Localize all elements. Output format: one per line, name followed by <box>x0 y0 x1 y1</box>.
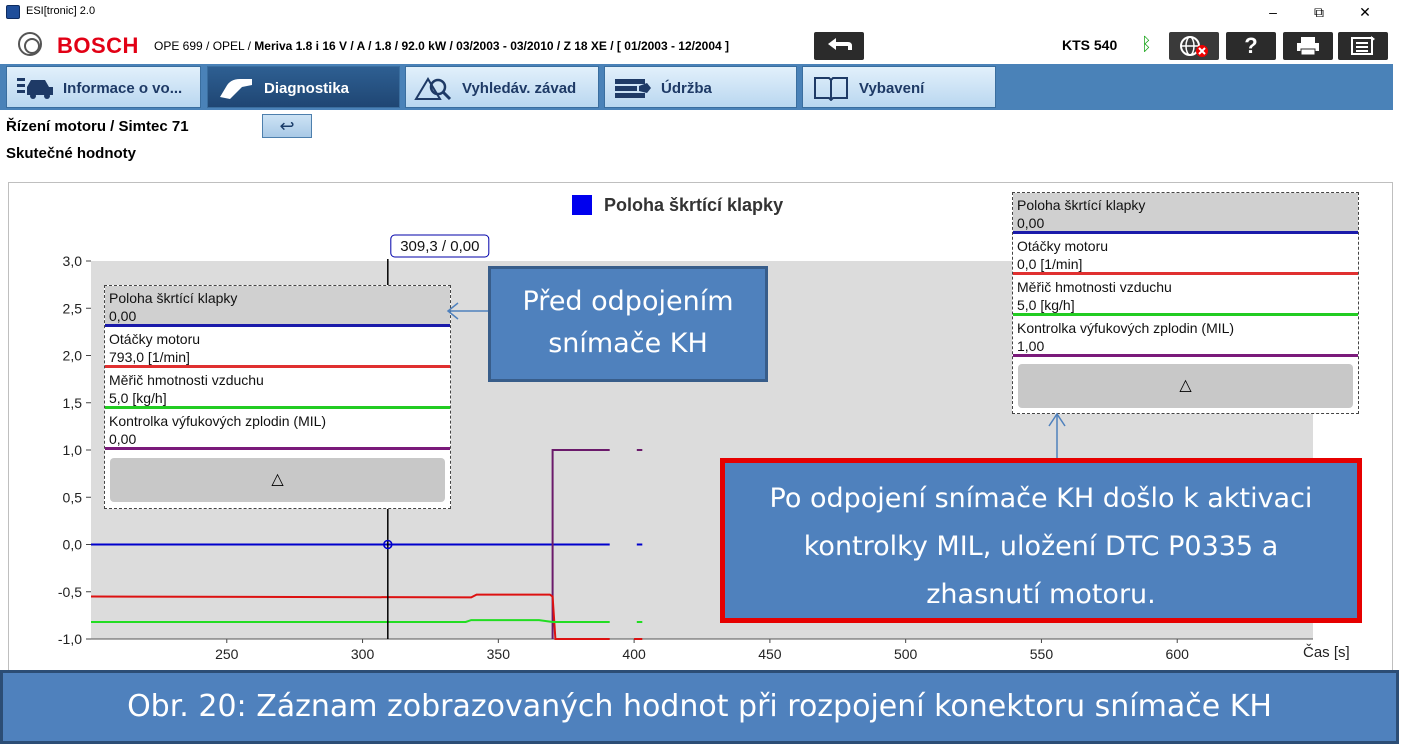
figure-caption: Obr. 20: Záznam zobrazovaných hodnot při… <box>0 670 1399 744</box>
callout-line: zhasnutí motoru. <box>926 579 1156 610</box>
callout-line: Před odpojením <box>522 286 734 317</box>
callout-after-disconnect: Po odpojení snímače KH došlo k aktivaci … <box>720 458 1362 623</box>
callout-before-disconnect: Před odpojením snímače KH <box>488 266 768 382</box>
callout-line: Po odpojení snímače KH došlo k aktivaci <box>769 483 1313 514</box>
callout-line: kontrolky MIL, uložení DTC P0335 a <box>803 531 1279 562</box>
callout-line: snímače KH <box>548 328 708 359</box>
